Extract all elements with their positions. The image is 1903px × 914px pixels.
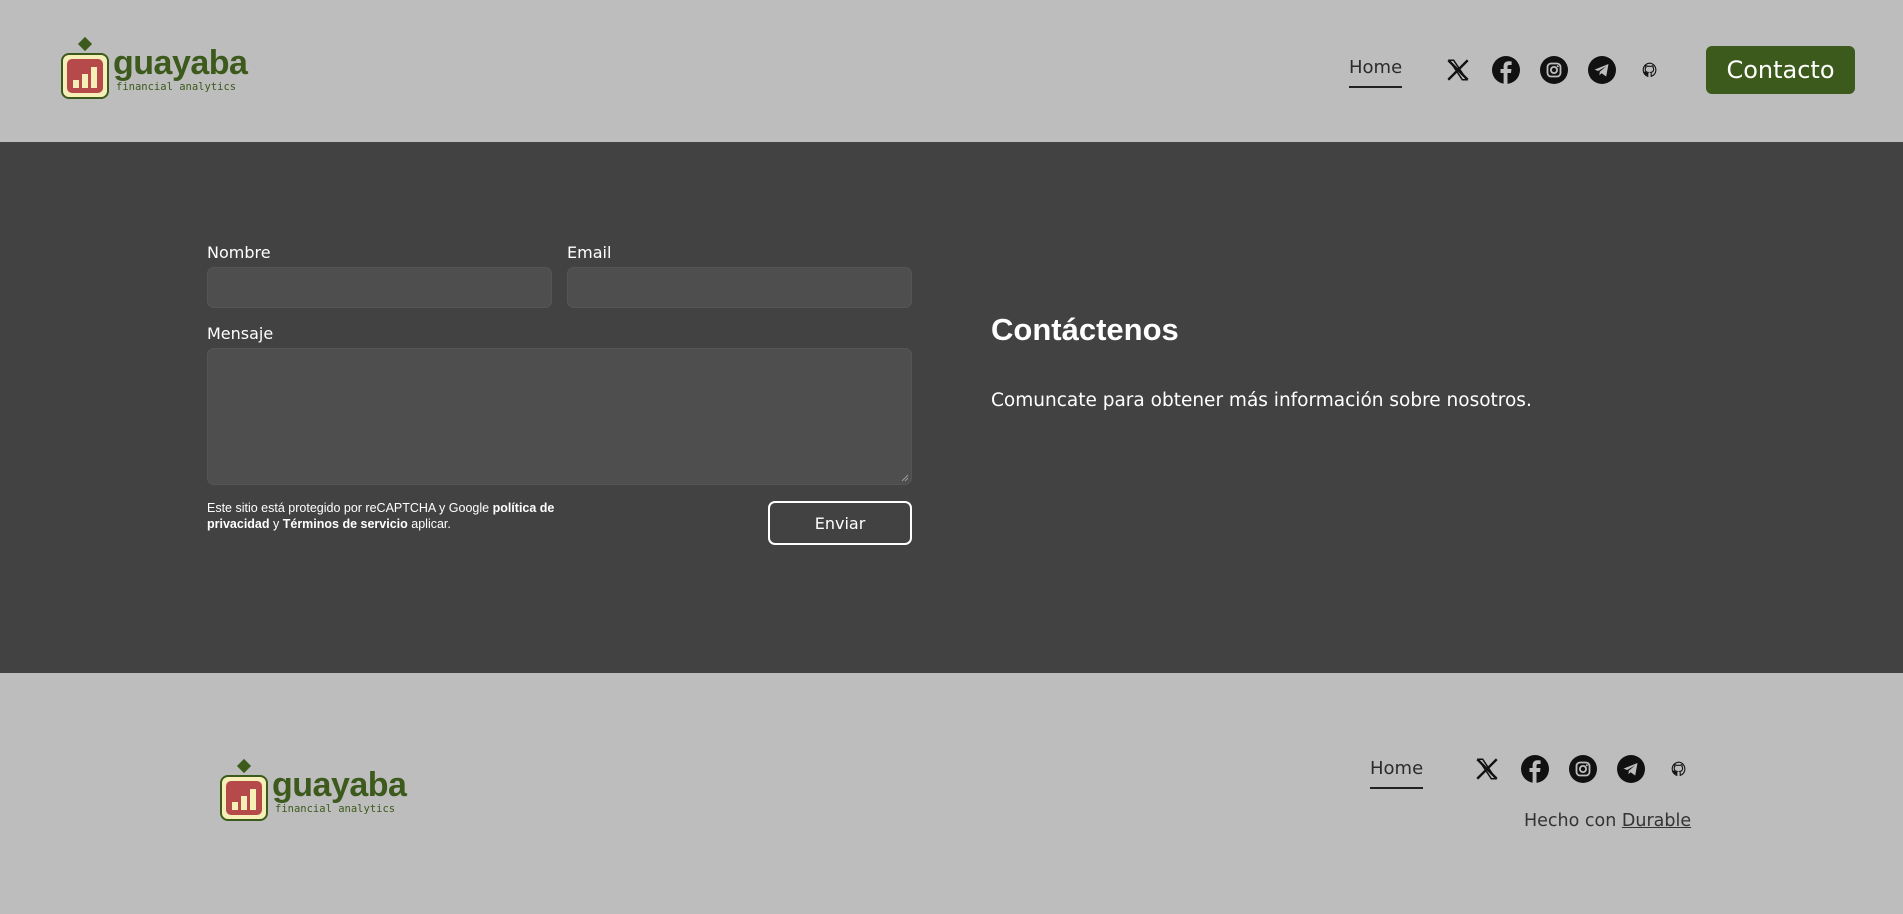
name-input[interactable] bbox=[207, 267, 552, 308]
resize-handle-icon[interactable] bbox=[901, 474, 909, 482]
contact-button[interactable]: Contacto bbox=[1706, 46, 1855, 94]
instagram-icon[interactable] bbox=[1568, 754, 1598, 784]
recaptcha-text: Este sitio está protegido por reCAPTCHA … bbox=[207, 501, 493, 515]
nav-home-link[interactable]: Home bbox=[1349, 57, 1403, 88]
contact-section: Nombre Email Mensaje Este sitio está pro… bbox=[0, 142, 1903, 673]
brand-name: guayaba bbox=[272, 766, 407, 804]
made-with-text: Hecho con bbox=[1524, 811, 1622, 831]
bar-chart-logo-icon bbox=[220, 758, 268, 823]
email-label: Email bbox=[567, 243, 612, 262]
footer-brand-logo[interactable]: guayaba financial analytics bbox=[220, 758, 407, 823]
made-with-credit: Hecho con Durable bbox=[1524, 811, 1691, 831]
contact-title: Contáctenos bbox=[991, 312, 1179, 347]
github-icon[interactable] bbox=[1635, 55, 1665, 85]
durable-link[interactable]: Durable bbox=[1622, 811, 1691, 831]
x-icon[interactable] bbox=[1472, 754, 1502, 784]
message-textarea[interactable] bbox=[207, 348, 912, 485]
name-label: Nombre bbox=[207, 243, 271, 262]
bar-chart-logo-icon bbox=[61, 36, 109, 101]
recaptcha-text: y bbox=[269, 517, 283, 531]
telegram-icon[interactable] bbox=[1587, 55, 1617, 85]
message-label: Mensaje bbox=[207, 324, 274, 343]
email-input[interactable] bbox=[567, 267, 912, 308]
facebook-icon[interactable] bbox=[1520, 754, 1550, 784]
brand-tagline: financial analytics bbox=[116, 81, 237, 93]
footer-social-links bbox=[1472, 754, 1694, 784]
github-icon[interactable] bbox=[1664, 754, 1694, 784]
brand-tagline: financial analytics bbox=[275, 803, 396, 815]
brand-name: guayaba bbox=[113, 44, 248, 82]
submit-button[interactable]: Enviar bbox=[768, 501, 912, 545]
site-footer: guayaba financial analytics Home Hecho c… bbox=[0, 673, 1903, 914]
brand-logo[interactable]: guayaba financial analytics bbox=[61, 36, 248, 101]
telegram-icon[interactable] bbox=[1616, 754, 1646, 784]
recaptcha-text: aplicar. bbox=[407, 517, 451, 531]
recaptcha-notice: Este sitio está protegido por reCAPTCHA … bbox=[207, 500, 577, 532]
facebook-icon[interactable] bbox=[1491, 55, 1521, 85]
terms-of-service-link[interactable]: Términos de servicio bbox=[283, 517, 408, 531]
footer-nav-home-link[interactable]: Home bbox=[1370, 758, 1424, 789]
contact-description: Comuncate para obtener más información s… bbox=[991, 390, 1532, 411]
instagram-icon[interactable] bbox=[1539, 55, 1569, 85]
header-social-links bbox=[1443, 55, 1665, 85]
site-header: guayaba financial analytics Home Contact… bbox=[0, 0, 1903, 142]
x-icon[interactable] bbox=[1443, 55, 1473, 85]
